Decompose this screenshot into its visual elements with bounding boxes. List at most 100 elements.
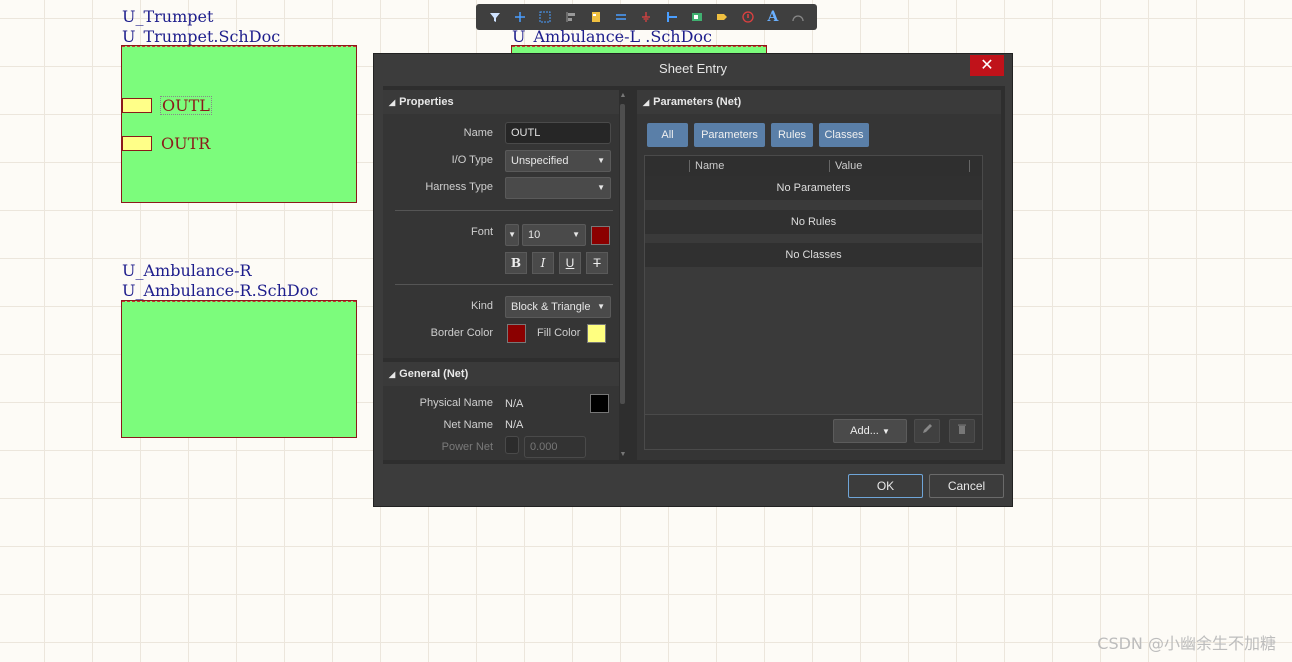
parameters-section-header[interactable]: ◢ Parameters (Net) [637,90,1001,114]
fill-color-label: Fill Color [537,327,581,339]
filter-all-button[interactable]: All [647,123,688,147]
font-color-swatch[interactable] [591,226,610,245]
trumpet-designator[interactable]: U_Trumpet [122,7,213,26]
border-color-label: Border Color [430,327,493,339]
filter-icon[interactable] [486,8,504,26]
collapse-triangle-icon: ◢ [389,370,396,379]
cross-icon[interactable] [511,8,529,26]
harness-type-label: Harness Type [425,181,493,193]
text-icon[interactable]: A [764,8,782,26]
section-title: Parameters (Net) [653,96,742,108]
trumpet-filename[interactable]: U_Trumpet.SchDoc [122,27,280,46]
parameters-panel: ◢ Parameters (Net) All Parameters Rules C… [637,86,1001,460]
physical-name-value: N/A [505,398,524,410]
select-rect-icon[interactable] [536,8,554,26]
arc-icon[interactable] [789,8,807,26]
name-label: Name [463,127,493,139]
grid-row-parameters: No Parameters [645,176,982,200]
grid-row-rules: No Rules [645,210,982,234]
ambulance-r-sheet-symbol[interactable] [121,300,357,438]
add-label: Add... [850,425,879,437]
dialog-title: Sheet Entry [659,61,727,76]
net-name-label: Net Name [443,419,493,431]
chevron-down-icon: ▼ [881,427,890,436]
column-name-header[interactable]: Name [695,156,724,176]
chevron-down-icon: ▼ [572,230,580,239]
kind-label: Kind [470,300,493,312]
section-title: General (Net) [399,368,469,380]
power-net-input[interactable]: 0.000 [524,436,586,458]
io-type-select[interactable]: Unspecified ▼ [505,150,611,172]
sheet-entry-dialog: Sheet Entry ✕ ◢ Properties Name OUTL I/O … [373,53,1013,507]
io-type-label: I/O Type [451,154,493,166]
dialog-body: ◢ Properties Name OUTL I/O Type Unspecifi… [383,86,1005,464]
active-bar-toolbar: A [476,4,817,30]
chevron-down-icon: ▼ [597,183,605,192]
font-size-value: 10 [528,229,541,241]
scrollbar-thumb[interactable] [620,104,625,404]
font-size-select[interactable]: 10 ▼ [522,224,586,246]
error-icon[interactable] [739,8,757,26]
trash-icon[interactable] [949,419,975,443]
filter-buttons: All Parameters Rules Classes [647,123,887,147]
kind-value: Block & Triangle [511,301,591,313]
chevron-down-icon: ▼ [508,230,516,239]
power-net-label: Power Net [441,441,493,453]
border-color-swatch[interactable] [507,324,526,343]
net-label-icon[interactable] [713,8,731,26]
net-name-value: N/A [505,419,524,431]
fill-color-swatch[interactable] [587,324,606,343]
bus-icon[interactable] [663,8,681,26]
physical-name-label: Physical Name [419,397,493,409]
align-icon[interactable] [562,8,580,26]
sheet-entry-label: OUTL [160,96,212,115]
sheet-symbol-icon[interactable] [587,8,605,26]
filter-parameters-button[interactable]: Parameters [694,123,765,147]
font-label: Font [470,226,493,238]
ambulance-r-designator[interactable]: U_Ambulance-R [122,261,252,280]
font-family-dropdown[interactable]: ▼ [505,224,519,246]
io-type-value: Unspecified [511,155,569,167]
column-value-header[interactable]: Value [835,156,862,176]
ground-icon[interactable] [637,8,655,26]
font-format-buttons: B I U T [505,252,611,274]
watermark: CSDN @小幽余生不加糖 [1097,634,1276,653]
pencil-icon[interactable] [914,419,940,443]
name-input[interactable]: OUTL [505,122,611,144]
filter-classes-button[interactable]: Classes [819,123,869,147]
wire-icon[interactable] [612,8,630,26]
properties-section-header[interactable]: ◢ Properties [383,90,619,114]
port-icon[interactable] [688,8,706,26]
italic-button[interactable]: I [532,252,554,274]
parameters-grid: Name Value No Parameters No Rules No Cla… [644,155,983,450]
cancel-button[interactable]: Cancel [929,474,1004,498]
scroll-up-icon[interactable]: ▲ [619,92,627,99]
collapse-triangle-icon: ◢ [389,98,396,107]
strikethrough-button[interactable]: T [586,252,608,274]
properties-scrollbar[interactable]: ▲ ▼ [619,92,627,458]
kind-select[interactable]: Block & Triangle ▼ [505,296,611,318]
collapse-triangle-icon: ◢ [643,98,650,107]
bold-button[interactable]: B [505,252,527,274]
trumpet-sheet-symbol[interactable]: OUTL OUTR [121,45,357,203]
close-button[interactable]: ✕ [970,55,1004,76]
grid-row-classes: No Classes [645,243,982,267]
ambulance-r-filename[interactable]: U_Ambulance-R.SchDoc [122,281,318,300]
grid-footer: Add... ▼ [645,414,982,449]
chevron-down-icon: ▼ [597,156,605,165]
general-section-header[interactable]: ◢ General (Net) [383,362,619,386]
underline-button[interactable]: U [559,252,581,274]
sheet-entry-label: OUTR [161,134,211,153]
add-button[interactable]: Add... ▼ [833,419,907,443]
sheet-entry-outr[interactable]: OUTR [122,135,211,152]
harness-type-select[interactable]: ▼ [505,177,611,199]
net-color-swatch[interactable] [590,394,609,413]
chevron-down-icon: ▼ [597,302,605,311]
ok-button[interactable]: OK [848,474,923,498]
sheet-entry-outl[interactable]: OUTL [122,96,212,115]
filter-rules-button[interactable]: Rules [771,123,813,147]
section-title: Properties [399,96,454,108]
scroll-down-icon[interactable]: ▼ [619,451,627,458]
properties-panel: ◢ Properties Name OUTL I/O Type Unspecifi… [383,86,627,460]
power-net-checkbox[interactable] [505,436,519,454]
